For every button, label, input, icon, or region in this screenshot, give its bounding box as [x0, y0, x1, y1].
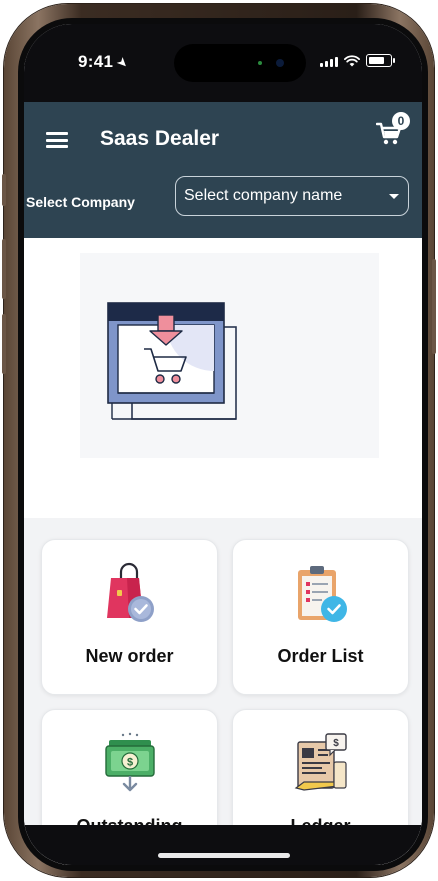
clipboard-check-icon — [297, 566, 347, 622]
app-title: Saas Dealer — [100, 127, 220, 150]
hamburger-menu-icon[interactable] — [46, 132, 68, 148]
camera-lens — [276, 59, 284, 67]
phone-frame: 9:41➤ Saas Dealer 0 Select Company Selec… — [2, 4, 436, 877]
signal-icon — [320, 57, 338, 67]
location-arrow-icon: ➤ — [113, 53, 133, 72]
status-time: 9:41➤ — [78, 52, 132, 72]
company-select-placeholder: Select company name — [184, 187, 343, 204]
phone-bezel: 9:41➤ Saas Dealer 0 Select Company Selec… — [18, 18, 428, 871]
shopping-bag-check-icon — [106, 562, 154, 622]
status-bar: 9:41➤ — [24, 24, 422, 102]
volume-up-button — [2, 239, 6, 299]
time-text: 9:41 — [78, 52, 114, 71]
company-select[interactable]: Select company name — [175, 176, 409, 216]
cart-count-badge: 0 — [392, 112, 410, 130]
app-header: Saas Dealer 0 Select Company Select comp… — [24, 102, 422, 238]
dropdown-caret-icon — [389, 194, 399, 199]
screen: 9:41➤ Saas Dealer 0 Select Company Selec… — [24, 24, 422, 865]
ledger-invoice-icon: $ — [294, 733, 347, 791]
svg-text:$: $ — [126, 757, 132, 769]
company-label: Select Company — [26, 194, 135, 210]
order-list-tile[interactable]: Order List — [232, 539, 409, 695]
dynamic-island — [174, 44, 306, 82]
battery-icon — [366, 54, 395, 67]
main-content: New order Order List $ $ — [24, 238, 422, 865]
online-order-illustration — [107, 302, 237, 420]
order-list-label: Order List — [277, 646, 364, 666]
cart-button[interactable]: 0 — [375, 112, 410, 150]
money-stack-icon: $ — [104, 732, 155, 792]
hero-section — [24, 238, 422, 518]
home-indicator[interactable] — [158, 853, 290, 858]
wifi-icon — [344, 55, 360, 67]
power-button — [432, 259, 436, 354]
new-order-tile[interactable]: New order — [41, 539, 218, 695]
privacy-indicator — [258, 61, 262, 65]
action-button — [2, 174, 6, 206]
new-order-label: New order — [85, 646, 174, 666]
status-icons — [320, 54, 395, 67]
home-indicator-area — [24, 825, 422, 865]
volume-down-button — [2, 314, 6, 374]
svg-text:$: $ — [333, 738, 339, 749]
